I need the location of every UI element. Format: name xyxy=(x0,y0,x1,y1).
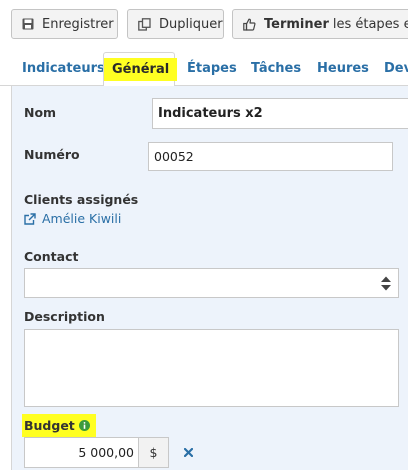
tab-general-label: Général xyxy=(104,58,178,81)
finish-steps-button[interactable]: Terminer les étapes et les xyxy=(232,9,408,39)
contact-label: Contact xyxy=(24,249,79,264)
duplicate-button-label: Dupliquer xyxy=(159,16,223,32)
number-label: Numéro xyxy=(24,147,80,162)
toolbar: Enregistrer Dupliquer Terminer les étape… xyxy=(0,0,408,48)
tab-heures[interactable]: Heures xyxy=(317,52,369,86)
close-icon[interactable] xyxy=(184,448,193,457)
budget-input[interactable]: 5 000,00 xyxy=(24,437,139,468)
number-input[interactable]: 00052 xyxy=(148,142,393,171)
budget-label: Budget xyxy=(22,414,96,437)
assigned-clients-label: Clients assignés xyxy=(24,192,139,207)
budget-label-text: Budget xyxy=(24,418,75,433)
client-link[interactable]: Amélie Kiwili xyxy=(24,211,121,226)
tab-indicateurs[interactable]: Indicateurs xyxy=(22,52,105,86)
name-label: Nom xyxy=(24,105,57,120)
client-link-label: Amélie Kiwili xyxy=(42,211,122,226)
duplicate-button[interactable]: Dupliquer xyxy=(127,9,224,39)
info-circle-icon xyxy=(78,420,90,431)
tab-general[interactable]: Général xyxy=(103,52,178,87)
currency-addon: $ xyxy=(138,437,169,468)
tab-bar: Indicateurs Général Étapes Tâches Heures… xyxy=(0,48,408,87)
floppy-disk-icon xyxy=(22,18,34,30)
external-link-icon xyxy=(24,212,36,225)
name-input[interactable]: Indicateurs x2 xyxy=(152,98,408,129)
copy-icon xyxy=(138,17,151,31)
save-button[interactable]: Enregistrer xyxy=(11,9,118,39)
tab-taches[interactable]: Tâches xyxy=(251,52,301,86)
thumbs-up-icon xyxy=(243,18,256,31)
save-button-label: Enregistrer xyxy=(42,16,114,32)
description-label: Description xyxy=(24,309,105,324)
finish-button-rest: les étapes et les xyxy=(332,16,408,32)
contact-select[interactable] xyxy=(24,268,399,298)
finish-button-bold: Terminer xyxy=(264,16,329,32)
tab-etapes[interactable]: Étapes xyxy=(187,52,237,86)
tab-dev[interactable]: Dev xyxy=(384,52,408,86)
description-textarea[interactable] xyxy=(24,329,399,407)
sort-arrows-icon xyxy=(381,276,391,291)
